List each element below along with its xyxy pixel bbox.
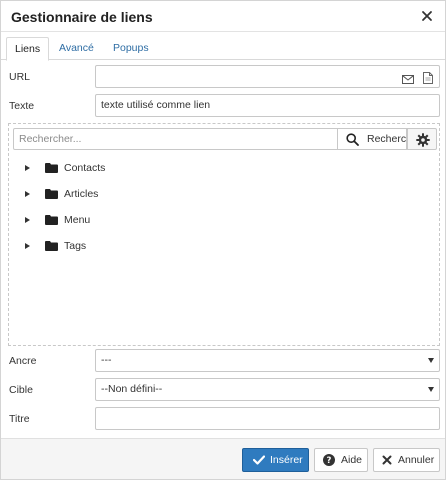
- search-icon: [346, 133, 359, 146]
- cible-label: Cible: [9, 384, 33, 396]
- tree-item-label: Menu: [64, 214, 91, 226]
- ancre-label: Ancre: [9, 355, 37, 367]
- cancel-button[interactable]: Annuler: [373, 448, 440, 472]
- texte-input[interactable]: texte utilisé comme lien: [95, 94, 440, 117]
- dialog-title: Gestionnaire de liens: [11, 9, 153, 25]
- tab-liens[interactable]: Liens: [6, 37, 50, 61]
- insert-button-label: Insérer: [270, 454, 303, 466]
- help-icon: ?: [323, 454, 335, 466]
- expand-caret-icon[interactable]: [25, 217, 30, 223]
- help-button[interactable]: ? Aide: [314, 448, 368, 472]
- cible-select[interactable]: --Non défini--: [95, 378, 440, 401]
- cible-value: --Non défini--: [101, 383, 163, 395]
- dropdown-arrow-icon: [428, 358, 434, 363]
- browser-search-input[interactable]: Rechercher...: [13, 128, 338, 150]
- folder-icon: [45, 189, 58, 202]
- insert-button[interactable]: Insérer: [242, 448, 309, 472]
- dialog-footer: Insérer ? Aide Annuler: [1, 438, 445, 479]
- url-icons: [396, 71, 433, 92]
- browser-search-button[interactable]: Rechercher: [338, 128, 407, 150]
- help-button-label: Aide: [341, 454, 363, 466]
- email-icon[interactable]: [402, 71, 415, 92]
- tree-item-menu[interactable]: Menu: [9, 211, 209, 231]
- tree-item-label: Contacts: [64, 162, 106, 174]
- tree-item-contacts[interactable]: Contacts: [9, 159, 209, 179]
- ancre-value: ---: [101, 354, 112, 366]
- expand-caret-icon[interactable]: [25, 243, 30, 249]
- tab-avance[interactable]: Avancé: [51, 37, 102, 60]
- svg-text:?: ?: [327, 456, 332, 466]
- browser-search-button-label: Rechercher: [367, 133, 407, 145]
- texte-value: texte utilisé comme lien: [101, 99, 211, 111]
- browser-settings-button[interactable]: [407, 128, 437, 150]
- close-icon: [382, 455, 392, 465]
- expand-caret-icon[interactable]: [25, 165, 30, 171]
- texte-label: Texte: [9, 100, 35, 112]
- titre-label: Titre: [9, 413, 30, 425]
- link-browser-panel: Rechercher... Rechercher: [8, 123, 440, 346]
- dialog-titlebar: Gestionnaire de liens: [1, 1, 445, 32]
- tree-item-articles[interactable]: Articles: [9, 185, 209, 205]
- folder-icon: [45, 241, 58, 254]
- titre-input[interactable]: [95, 407, 440, 430]
- url-label: URL: [9, 71, 31, 83]
- folder-icon: [45, 163, 58, 176]
- url-input[interactable]: [95, 65, 440, 88]
- tree-item-label: Tags: [64, 240, 87, 252]
- tab-bar: Liens Avancé Popups: [1, 33, 445, 61]
- file-icon[interactable]: [423, 71, 433, 92]
- folder-icon: [45, 215, 58, 228]
- link-manager-dialog: Gestionnaire de liens Liens Avancé Popup…: [0, 0, 446, 480]
- ancre-select[interactable]: ---: [95, 349, 440, 372]
- tree-item-tags[interactable]: Tags: [9, 237, 209, 257]
- close-icon[interactable]: [420, 9, 434, 23]
- browser-search-row: Rechercher... Rechercher: [13, 128, 437, 150]
- dropdown-arrow-icon: [428, 387, 434, 392]
- tab-popups[interactable]: Popups: [105, 37, 157, 60]
- gear-icon: [416, 133, 430, 147]
- check-icon: [253, 455, 265, 465]
- expand-caret-icon[interactable]: [25, 191, 30, 197]
- tree-item-label: Articles: [64, 188, 99, 200]
- cancel-button-label: Annuler: [398, 454, 435, 466]
